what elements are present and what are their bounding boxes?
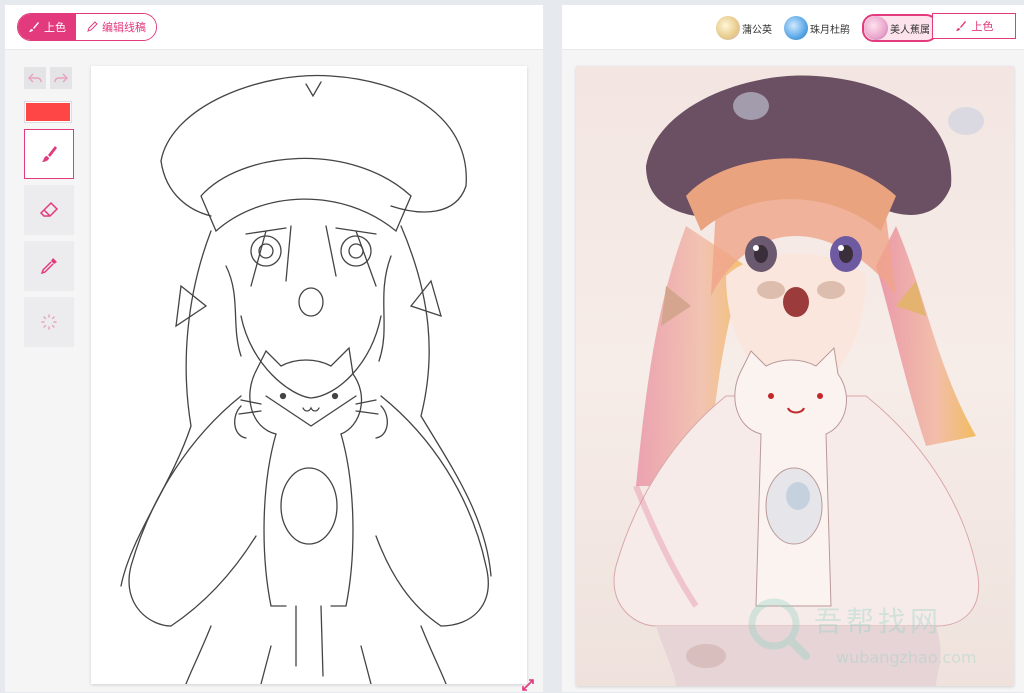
eraser-tool[interactable] <box>24 185 74 235</box>
pencil-icon <box>87 21 98 32</box>
mode-switch: 上色 编辑线稿 <box>17 13 157 41</box>
resize-icon[interactable] <box>520 677 536 693</box>
brush-icon <box>29 22 39 32</box>
style-label: 美人蕉属 <box>890 24 930 36</box>
color-swatch-fill <box>26 103 70 121</box>
lineart-canvas[interactable] <box>91 66 527 684</box>
color-swatch[interactable] <box>24 101 72 123</box>
right-toolbar: 蒲公英 珠月杜鹃 美人蕉属 上色 <box>562 5 1024 50</box>
left-toolbar: 上色 编辑线稿 <box>5 5 543 50</box>
history-controls <box>24 67 74 89</box>
style-selector: 蒲公英 珠月杜鹃 美人蕉属 <box>716 14 938 42</box>
colorize-button-label: 上色 <box>971 20 994 33</box>
colored-illustration <box>613 75 984 686</box>
magnifier-logo-icon <box>748 598 810 660</box>
right-panel: 蒲公英 珠月杜鹃 美人蕉属 上色 吾帮找网 wubangzhao.com <box>562 5 1024 692</box>
brush-icon <box>955 21 966 31</box>
brush-icon <box>42 146 57 162</box>
brush-tool[interactable] <box>24 129 74 179</box>
style-label: 蒲公英 <box>742 24 772 36</box>
undo-icon <box>28 73 42 83</box>
style-avatar <box>784 16 808 40</box>
eyedropper-tool[interactable] <box>24 241 74 291</box>
watermark-url: wubangzhao.com <box>836 648 977 667</box>
redo-icon <box>54 73 68 83</box>
tab-colorize[interactable]: 上色 <box>18 14 76 40</box>
loading-tool[interactable] <box>24 297 74 347</box>
colorize-button[interactable]: 上色 <box>932 13 1016 39</box>
tab-edit-lineart-label: 编辑线稿 <box>102 21 146 34</box>
style-option-azalea[interactable]: 珠月杜鹃 <box>784 16 856 40</box>
colored-result-canvas: 吾帮找网 wubangzhao.com <box>576 66 1014 686</box>
style-option-canna[interactable]: 美人蕉属 <box>862 14 938 42</box>
left-panel: 上色 编辑线稿 <box>5 5 543 692</box>
lineart-illustration <box>120 74 492 684</box>
tool-palette <box>24 67 74 347</box>
style-label: 珠月杜鹃 <box>810 24 850 36</box>
watermark-name: 吾帮找网 <box>814 605 943 638</box>
tab-colorize-label: 上色 <box>44 21 66 34</box>
style-avatar <box>716 16 740 40</box>
tab-edit-lineart[interactable]: 编辑线稿 <box>76 14 156 40</box>
redo-button[interactable] <box>50 67 72 89</box>
undo-button[interactable] <box>24 67 46 89</box>
eyedropper-icon <box>40 258 57 275</box>
watermark: 吾帮找网 wubangzhao.com <box>744 594 1006 674</box>
loading-spinner-icon <box>41 314 57 330</box>
style-avatar <box>864 16 888 40</box>
style-option-dandelion[interactable]: 蒲公英 <box>716 16 778 40</box>
eraser-icon <box>39 201 59 217</box>
